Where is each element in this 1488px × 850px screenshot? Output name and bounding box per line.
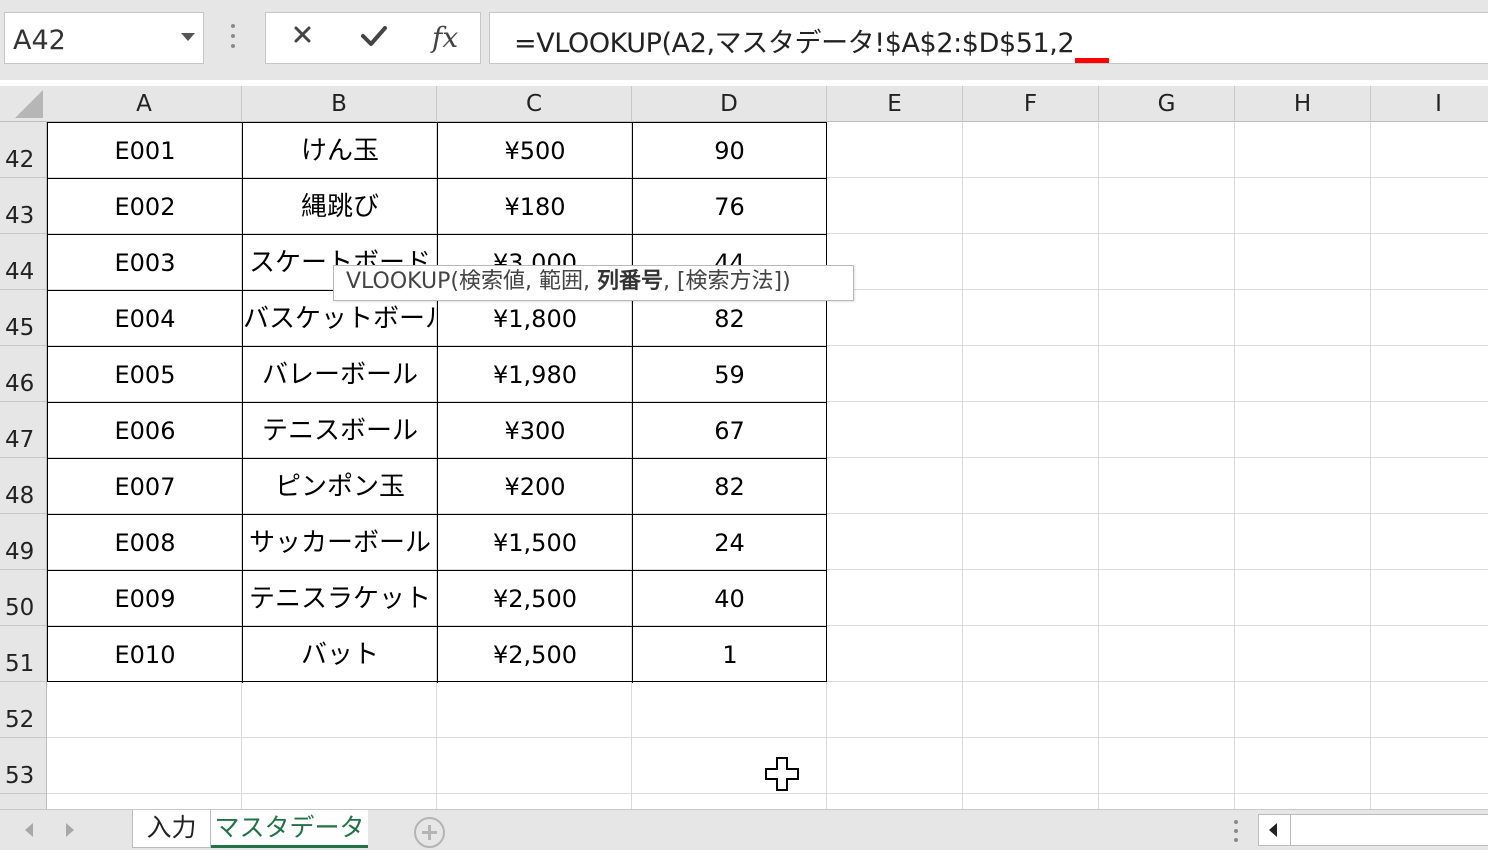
- horizontal-scrollbar[interactable]: [1258, 814, 1488, 846]
- formula-text: =VLOOKUP(A2,マスタデータ!$A$2:$D$51,2: [514, 28, 1075, 59]
- tooltip-args-after[interactable]: , [検索方法]): [663, 269, 791, 294]
- cell-d43[interactable]: 76: [633, 179, 827, 235]
- column-header-i[interactable]: I: [1371, 86, 1488, 122]
- row-header-42[interactable]: 42: [0, 122, 46, 178]
- cell-d42[interactable]: 90: [633, 123, 827, 179]
- cell-d50[interactable]: 40: [633, 571, 827, 627]
- row-header: 42 43 44 45 46 47 48 49 50 51 52 53: [0, 122, 47, 809]
- close-icon: [294, 26, 311, 43]
- column-header-h[interactable]: H: [1235, 86, 1371, 122]
- column-header-b[interactable]: B: [242, 86, 437, 122]
- column-header-a[interactable]: A: [47, 86, 242, 122]
- grip-dots-icon[interactable]: [1233, 820, 1239, 844]
- column-header: A B C D E F G H I: [0, 86, 1488, 122]
- function-argument-tooltip[interactable]: VLOOKUP(検索値, 範囲, 列番号, [検索方法]): [333, 265, 854, 301]
- cell-c48[interactable]: ¥200: [438, 459, 633, 515]
- formula-input[interactable]: =VLOOKUP(A2,マスタデータ!$A$2:$D$51,2: [489, 12, 1488, 64]
- cancel-button[interactable]: [272, 13, 332, 63]
- cell-b49[interactable]: サッカーボール: [243, 515, 438, 571]
- row-header-43[interactable]: 43: [0, 178, 46, 234]
- cell-d48[interactable]: 82: [633, 459, 827, 515]
- cell-a50[interactable]: E009: [48, 571, 243, 627]
- formula-bar: A42 fx =VLOOKUP(A2,マスタデータ!$A$2:$D$51,2: [0, 0, 1488, 80]
- row-header-46[interactable]: 46: [0, 346, 46, 402]
- cell-a48[interactable]: E007: [48, 459, 243, 515]
- cell-a47[interactable]: E006: [48, 403, 243, 459]
- cell-a42[interactable]: E001: [48, 123, 243, 179]
- row-header-48[interactable]: 48: [0, 458, 46, 514]
- cell-a45[interactable]: E004: [48, 291, 243, 347]
- sheet-tab-master-data-label: マスタデータ: [214, 813, 365, 842]
- grip-dots-icon[interactable]: [230, 24, 236, 52]
- cell-c43[interactable]: ¥180: [438, 179, 633, 235]
- tooltip-args-before[interactable]: 検索値, 範囲,: [459, 269, 597, 294]
- cell-b51[interactable]: バット: [243, 627, 438, 683]
- column-header-g[interactable]: G: [1099, 86, 1235, 122]
- caret-left-icon: [1269, 823, 1277, 837]
- cell-a43[interactable]: E002: [48, 179, 243, 235]
- cell-a51[interactable]: E010: [48, 627, 243, 683]
- cell-a49[interactable]: E008: [48, 515, 243, 571]
- cell-c47[interactable]: ¥300: [438, 403, 633, 459]
- column-header-e[interactable]: E: [827, 86, 963, 122]
- cell-c46[interactable]: ¥1,980: [438, 347, 633, 403]
- cell-a46[interactable]: E005: [48, 347, 243, 403]
- cell-b46[interactable]: バレーボール: [243, 347, 438, 403]
- cell-c49[interactable]: ¥1,500: [438, 515, 633, 571]
- cell-d46[interactable]: 59: [633, 347, 827, 403]
- fx-icon: fx: [432, 21, 459, 54]
- cell-b42[interactable]: けん玉: [243, 123, 438, 179]
- check-icon: [361, 26, 387, 46]
- formula-buttons: fx: [265, 12, 481, 64]
- data-table: E001 けん玉 ¥500 90 E002 縄跳び ¥180 76 E003 ス…: [47, 122, 827, 683]
- cell-a44[interactable]: E003: [48, 235, 243, 291]
- select-all-triangle-icon: [15, 90, 43, 118]
- cell-c42[interactable]: ¥500: [438, 123, 633, 179]
- name-box-value: A42: [13, 25, 66, 56]
- cell-b50[interactable]: テニスラケット: [243, 571, 438, 627]
- cell-d47[interactable]: 67: [633, 403, 827, 459]
- row-header-45[interactable]: 45: [0, 290, 46, 346]
- worksheet-grid[interactable]: E001 けん玉 ¥500 90 E002 縄跳び ¥180 76 E003 ス…: [47, 122, 1488, 809]
- cell-d51[interactable]: 1: [633, 627, 827, 683]
- sheet-tab-master-data[interactable]: マスタデータ: [211, 810, 368, 848]
- name-box[interactable]: A42: [4, 12, 204, 64]
- row-header-44[interactable]: 44: [0, 234, 46, 290]
- cell-c51[interactable]: ¥2,500: [438, 627, 633, 683]
- tooltip-current-arg[interactable]: 列番号: [597, 269, 663, 294]
- enter-button[interactable]: [344, 13, 404, 63]
- select-all-button[interactable]: [0, 86, 47, 122]
- tooltip-function-name[interactable]: VLOOKUP(: [346, 269, 459, 294]
- row-header-52[interactable]: 52: [0, 682, 46, 738]
- row-header-50[interactable]: 50: [0, 570, 46, 626]
- row-header-49[interactable]: 49: [0, 514, 46, 570]
- cell-b48[interactable]: ピンポン玉: [243, 459, 438, 515]
- tab-scroll-left-icon[interactable]: [25, 823, 33, 837]
- cell-b43[interactable]: 縄跳び: [243, 179, 438, 235]
- sheet-tab-input[interactable]: 入力: [132, 810, 211, 848]
- chevron-down-icon[interactable]: [181, 33, 195, 41]
- column-header-c[interactable]: C: [437, 86, 632, 122]
- argument-highlight-marker: [1075, 58, 1109, 63]
- row-header-53[interactable]: 53: [0, 738, 46, 794]
- row-header-47[interactable]: 47: [0, 402, 46, 458]
- cell-b47[interactable]: テニスボール: [243, 403, 438, 459]
- scroll-left-button[interactable]: [1259, 815, 1291, 845]
- tab-scroll-right-icon[interactable]: [66, 823, 74, 837]
- row-header-51[interactable]: 51: [0, 626, 46, 682]
- add-sheet-button[interactable]: [414, 817, 445, 848]
- column-header-f[interactable]: F: [963, 86, 1099, 122]
- cell-c50[interactable]: ¥2,500: [438, 571, 633, 627]
- cell-select-cursor-icon: [765, 757, 799, 791]
- insert-function-button[interactable]: fx: [416, 13, 476, 63]
- cell-d49[interactable]: 24: [633, 515, 827, 571]
- sheet-tab-bar: 入力 マスタデータ: [0, 809, 1488, 850]
- column-header-d[interactable]: D: [632, 86, 827, 122]
